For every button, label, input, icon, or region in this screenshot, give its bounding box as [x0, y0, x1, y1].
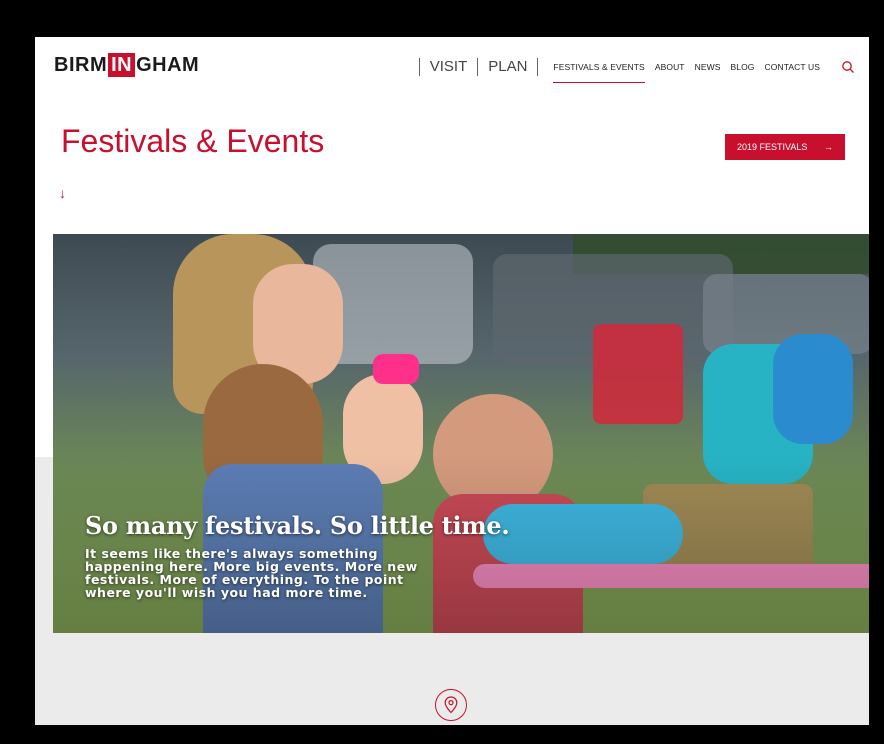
site-logo[interactable]: BIRM IN GHAM	[54, 53, 199, 77]
hero-pink-bow	[373, 354, 419, 384]
hero-image: So many festivals. So little time. It se…	[53, 234, 869, 633]
nav-about[interactable]: ABOUT	[655, 58, 685, 76]
hero-child	[773, 334, 853, 444]
hero-body-text: It seems like there's always something h…	[85, 546, 418, 600]
location-pin-icon[interactable]	[435, 689, 467, 721]
page-title: Festivals & Events	[61, 123, 325, 159]
top-navigation: VISIT PLAN FESTIVALS & EVENTS ABOUT NEWS…	[418, 55, 855, 83]
arrow-right-icon: →	[824, 142, 833, 152]
logo-text-1: BIRM	[54, 53, 108, 76]
nav-visit[interactable]: VISIT	[418, 58, 478, 76]
hero-shade	[53, 454, 869, 633]
festivals-2019-label: 2019 FESTIVALS	[737, 142, 808, 152]
logo-text-2: IN	[108, 53, 136, 77]
festivals-2019-button[interactable]: 2019 FESTIVALS →	[725, 134, 845, 160]
search-icon[interactable]	[841, 60, 855, 74]
nav-plan[interactable]: PLAN	[477, 58, 539, 76]
nav-contact-us[interactable]: CONTACT US	[765, 58, 820, 76]
page-frame: BIRM IN GHAM VISIT PLAN FESTIVALS & EVEN…	[35, 37, 869, 725]
arrow-down-icon[interactable]: ↓	[59, 185, 66, 201]
nav-blog[interactable]: BLOG	[731, 58, 755, 76]
logo-text-3: GHAM	[136, 53, 200, 76]
nav-news[interactable]: NEWS	[695, 58, 721, 76]
hero-red-chair	[593, 324, 683, 424]
nav-festivals-events[interactable]: FESTIVALS & EVENTS	[553, 58, 646, 83]
hero-headline: So many festivals. So little time.	[85, 511, 510, 540]
